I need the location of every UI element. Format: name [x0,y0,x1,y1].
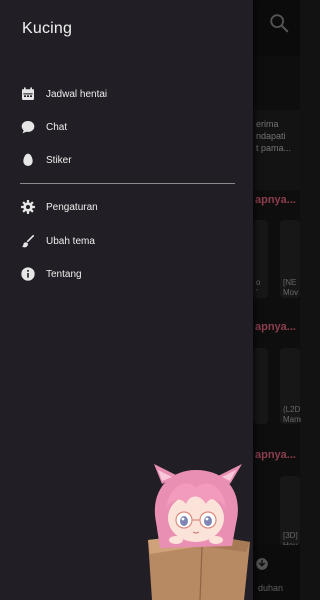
info-icon [20,266,36,282]
drawer-item-stiker[interactable]: Stiker [0,143,253,177]
navigation-drawer: Kucing Jadwal hentai Chat Stiker Pengatu… [0,0,253,600]
gear-icon [20,199,36,215]
drawer-item-ubah-tema[interactable]: Ubah tema [0,224,253,258]
drawer-divider [20,183,235,184]
brush-icon [20,233,36,249]
drawer-item-label: Pengaturan [46,201,98,213]
drawer-item-jadwal-hentai[interactable]: Jadwal hentai [0,77,253,111]
drawer-item-label: Jadwal hentai [46,88,108,100]
drawer-item-label: Chat [46,121,68,133]
egg-icon [20,152,36,168]
drawer-item-label: Ubah tema [46,235,95,247]
drawer-item-label: Stiker [46,154,72,166]
drawer-item-pengaturan[interactable]: Pengaturan [0,190,253,224]
drawer-item-chat[interactable]: Chat [0,110,253,144]
app-title: Kucing [22,20,73,37]
calendar-icon [20,86,36,102]
drawer-item-label: Tentang [46,268,82,280]
mascot-illustration [148,464,250,600]
drawer-item-tentang[interactable]: Tentang [0,257,253,291]
chat-bubble-icon [20,119,36,135]
